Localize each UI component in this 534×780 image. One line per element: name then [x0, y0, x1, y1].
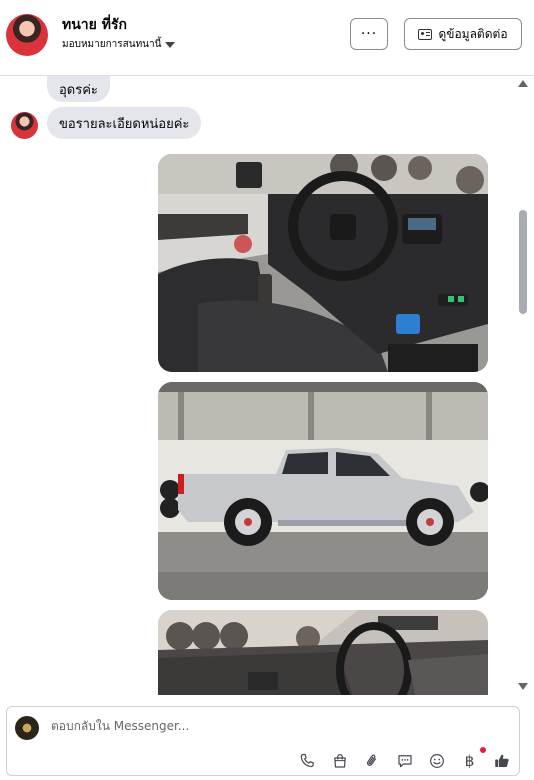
contact-avatar[interactable] — [6, 14, 48, 56]
message-bubble[interactable]: อุดรค่ะ — [47, 76, 110, 102]
thumbs-up-icon[interactable] — [491, 751, 513, 771]
baht-symbol: ฿ — [464, 752, 475, 770]
photo-attachment-interior[interactable] — [158, 154, 488, 372]
assign-label: มอบหมายการสนทนานี้ — [62, 39, 162, 50]
assign-conversation-dropdown[interactable]: มอบหมายการสนทนานี้ — [62, 37, 176, 52]
contact-name[interactable]: ทนาย ที่รัก — [62, 14, 127, 36]
sender-avatar[interactable] — [11, 112, 38, 139]
message-text: อุดรค่ะ — [59, 82, 98, 98]
photo-attachment-truck[interactable] — [158, 382, 488, 600]
interior-front-photo-graphic — [158, 610, 488, 695]
truck-photo-graphic — [158, 382, 488, 600]
paperclip-icon[interactable] — [361, 751, 383, 771]
message-composer: ฿ — [6, 706, 520, 776]
contact-card-icon — [418, 28, 433, 40]
page-avatar — [15, 716, 39, 740]
message-text: ขอรายละเอียดหน่อยค่ะ — [59, 116, 190, 132]
scroll-down-arrow[interactable] — [518, 683, 528, 690]
caret-down-icon — [165, 41, 176, 48]
smiley-icon[interactable] — [426, 751, 448, 771]
scroll-up-arrow[interactable] — [518, 80, 528, 87]
more-options-button[interactable]: ··· — [350, 18, 388, 50]
notification-dot — [480, 747, 486, 753]
conversation-header: ทนาย ที่รัก มอบหมายการสนทนานี้ ··· ดูข้อ… — [0, 0, 534, 76]
view-contact-info-button[interactable]: ดูข้อมูลติดต่อ — [404, 18, 522, 50]
photo-attachment-interior-front[interactable] — [158, 610, 488, 695]
composer-toolbar: ฿ — [296, 747, 524, 771]
scrollbar-thumb[interactable] — [519, 210, 527, 314]
interior-photo-graphic — [158, 154, 488, 372]
baht-icon[interactable]: ฿ — [459, 751, 481, 771]
message-bubble[interactable]: ขอรายละเอียดหน่อยค่ะ — [47, 107, 202, 139]
reply-input[interactable] — [49, 718, 453, 734]
view-contact-info-label: ดูข้อมูลติดต่อ — [438, 26, 508, 41]
message-thread[interactable]: อุดรค่ะ ขอรายละเอียดหน่อยค่ะ — [0, 76, 534, 695]
more-options-label: ··· — [360, 26, 378, 42]
chat-bubble-icon[interactable] — [394, 751, 416, 771]
phone-icon[interactable] — [296, 751, 318, 771]
shopping-bag-icon[interactable] — [329, 751, 351, 771]
